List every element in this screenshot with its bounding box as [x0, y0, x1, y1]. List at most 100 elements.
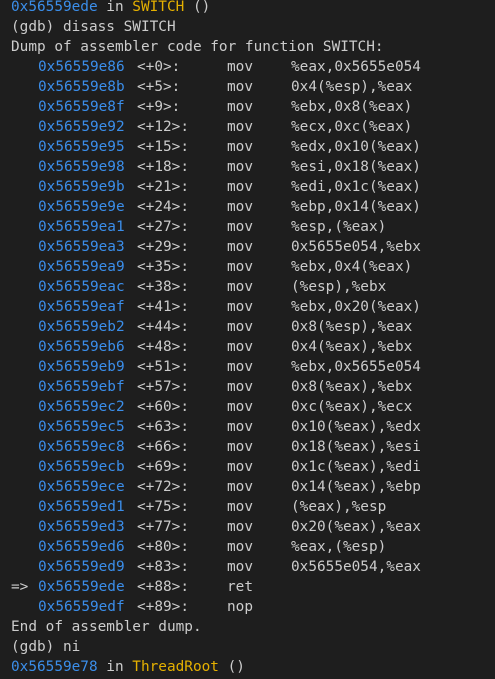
instruction-offset: <+18>:: [137, 159, 189, 175]
instruction-operands: %ebx,0x20(%eax): [291, 299, 421, 315]
instruction-address: 0x56559ec5: [38, 419, 125, 435]
instruction-operands: %esi,0x18(%eax): [291, 159, 421, 175]
instruction-offset: <+88>:: [137, 579, 189, 595]
instruction-row: 0x56559e8b <+5>: mov 0x4(%esp),%eax: [11, 77, 495, 97]
instruction-row: 0x56559ec5 <+63>: mov 0x10(%eax),%edx: [11, 417, 495, 437]
instruction-offset: <+27>:: [137, 219, 189, 235]
instruction-mnemonic: mov: [227, 539, 253, 555]
instruction-address: 0x56559e86: [38, 59, 125, 75]
instruction-row: 0x56559ed9 <+83>: mov 0x5655e054,%eax: [11, 557, 495, 577]
instruction-row: 0x56559eb6 <+48>: mov 0x4(%eax),%ebx: [11, 337, 495, 357]
instruction-row: 0x56559eb2 <+44>: mov 0x8(%esp),%eax: [11, 317, 495, 337]
instruction-offset: <+41>:: [137, 299, 189, 315]
instruction-address: 0x56559e92: [38, 119, 125, 135]
instruction-mnemonic: mov: [227, 139, 253, 155]
instruction-operands: (%eax),%esp: [291, 499, 387, 515]
instruction-operands: 0x4(%eax),%ebx: [291, 339, 413, 355]
instruction-address: 0x56559e95: [38, 139, 125, 155]
instruction-address: 0x56559edf: [38, 599, 125, 615]
instruction-marker: =>: [11, 579, 29, 595]
instruction-mnemonic: mov: [227, 279, 253, 295]
instruction-list: 0x56559e86 <+0>: mov %eax,0x5655e054 0x56559…: [11, 57, 495, 617]
instruction-mnemonic: mov: [227, 59, 253, 75]
instruction-offset: <+21>:: [137, 179, 189, 195]
dump-header: Dump of assembler code for function SWIT…: [11, 39, 384, 55]
instruction-offset: <+63>:: [137, 419, 189, 435]
instruction-address: 0x56559e9b: [38, 179, 125, 195]
instruction-address: 0x56559ece: [38, 479, 125, 495]
instruction-operands: 0x1c(%eax),%edi: [291, 459, 421, 475]
instruction-operands: %edx,0x10(%eax): [291, 139, 421, 155]
instruction-row: 0x56559ed6 <+80>: mov %eax,(%esp): [11, 537, 495, 557]
instruction-row: 0x56559eaf <+41>: mov %ebx,0x20(%eax): [11, 297, 495, 317]
instruction-row: 0x56559eb9 <+51>: mov %ebx,0x5655e054: [11, 357, 495, 377]
instruction-offset: <+44>:: [137, 319, 189, 335]
instruction-row: 0x56559e98 <+18>: mov %esi,0x18(%eax): [11, 157, 495, 177]
instruction-operands: 0x8(%esp),%eax: [291, 319, 413, 335]
instruction-operands: 0x10(%eax),%edx: [291, 419, 421, 435]
instruction-offset: <+60>:: [137, 399, 189, 415]
instruction-address: 0x56559ec2: [38, 399, 125, 415]
instruction-address: 0x56559ecb: [38, 459, 125, 475]
instruction-operands: %ebx,0x8(%eax): [291, 99, 413, 115]
instruction-mnemonic: mov: [227, 79, 253, 95]
instruction-mnemonic: mov: [227, 179, 253, 195]
instruction-mnemonic: mov: [227, 299, 253, 315]
instruction-operands: 0x5655e054,%ebx: [291, 239, 421, 255]
instruction-offset: <+69>:: [137, 459, 189, 475]
frame-function: ThreadRoot: [132, 659, 219, 675]
instruction-mnemonic: mov: [227, 259, 253, 275]
instruction-offset: <+48>:: [137, 339, 189, 355]
instruction-mnemonic: mov: [227, 419, 253, 435]
instruction-operands: %eax,(%esp): [291, 539, 387, 555]
instruction-offset: <+12>:: [137, 119, 189, 135]
instruction-address: 0x56559e9e: [38, 199, 125, 215]
instruction-address: 0x56559e98: [38, 159, 125, 175]
instruction-offset: <+24>:: [137, 199, 189, 215]
instruction-operands: 0x20(%eax),%eax: [291, 519, 421, 535]
instruction-address: 0x56559ed1: [38, 499, 125, 515]
instruction-offset: <+83>:: [137, 559, 189, 575]
instruction-address: 0x56559ed6: [38, 539, 125, 555]
instruction-address: 0x56559eac: [38, 279, 125, 295]
instruction-mnemonic: mov: [227, 399, 253, 415]
instruction-offset: <+89>:: [137, 599, 189, 615]
instruction-row: 0x56559ec2 <+60>: mov 0xc(%eax),%ecx: [11, 397, 495, 417]
instruction-offset: <+38>:: [137, 279, 189, 295]
instruction-row: 0x56559ea3 <+29>: mov 0x5655e054,%ebx: [11, 237, 495, 257]
instruction-operands: 0x8(%eax),%ebx: [291, 379, 413, 395]
terminal-output[interactable]: 0x56559ede in SWITCH () (gdb) disass SWI…: [0, 0, 495, 676]
instruction-operands: (%esp),%ebx: [291, 279, 387, 295]
instruction-operands: 0x4(%esp),%eax: [291, 79, 413, 95]
instruction-address: 0x56559ec8: [38, 439, 125, 455]
instruction-mnemonic: mov: [227, 159, 253, 175]
instruction-offset: <+5>:: [137, 79, 181, 95]
instruction-offset: <+0>:: [137, 59, 181, 75]
instruction-address: 0x56559eb9: [38, 359, 125, 375]
instruction-operands: 0x18(%eax),%esi: [291, 439, 421, 455]
instruction-address: 0x56559eb6: [38, 339, 125, 355]
instruction-mnemonic: mov: [227, 319, 253, 335]
instruction-offset: <+15>:: [137, 139, 189, 155]
instruction-operands: %ebp,0x14(%eax): [291, 199, 421, 215]
instruction-operands: %ebx,0x4(%eax): [291, 259, 413, 275]
instruction-row: 0x56559ed3 <+77>: mov 0x20(%eax),%eax: [11, 517, 495, 537]
frame-tail: (): [218, 659, 245, 675]
instruction-offset: <+72>:: [137, 479, 189, 495]
frame-function: SWITCH: [132, 0, 185, 15]
instruction-operands: %ebx,0x5655e054: [291, 359, 421, 375]
instruction-mnemonic: mov: [227, 359, 253, 375]
instruction-operands: %edi,0x1c(%eax): [291, 179, 421, 195]
instruction-mnemonic: ret: [227, 579, 253, 595]
instruction-address: 0x56559e8f: [38, 99, 125, 115]
instruction-row: 0x56559e9b <+21>: mov %edi,0x1c(%eax): [11, 177, 495, 197]
instruction-address: 0x56559ea9: [38, 259, 125, 275]
instruction-mnemonic: mov: [227, 459, 253, 475]
instruction-mnemonic: nop: [227, 599, 253, 615]
instruction-operands: %ecx,0xc(%eax): [291, 119, 413, 135]
instruction-row: 0x56559e8f <+9>: mov %ebx,0x8(%eax): [11, 97, 495, 117]
instruction-offset: <+35>:: [137, 259, 189, 275]
instruction-address: 0x56559ebf: [38, 379, 125, 395]
instruction-mnemonic: mov: [227, 379, 253, 395]
instruction-mnemonic: mov: [227, 519, 253, 535]
